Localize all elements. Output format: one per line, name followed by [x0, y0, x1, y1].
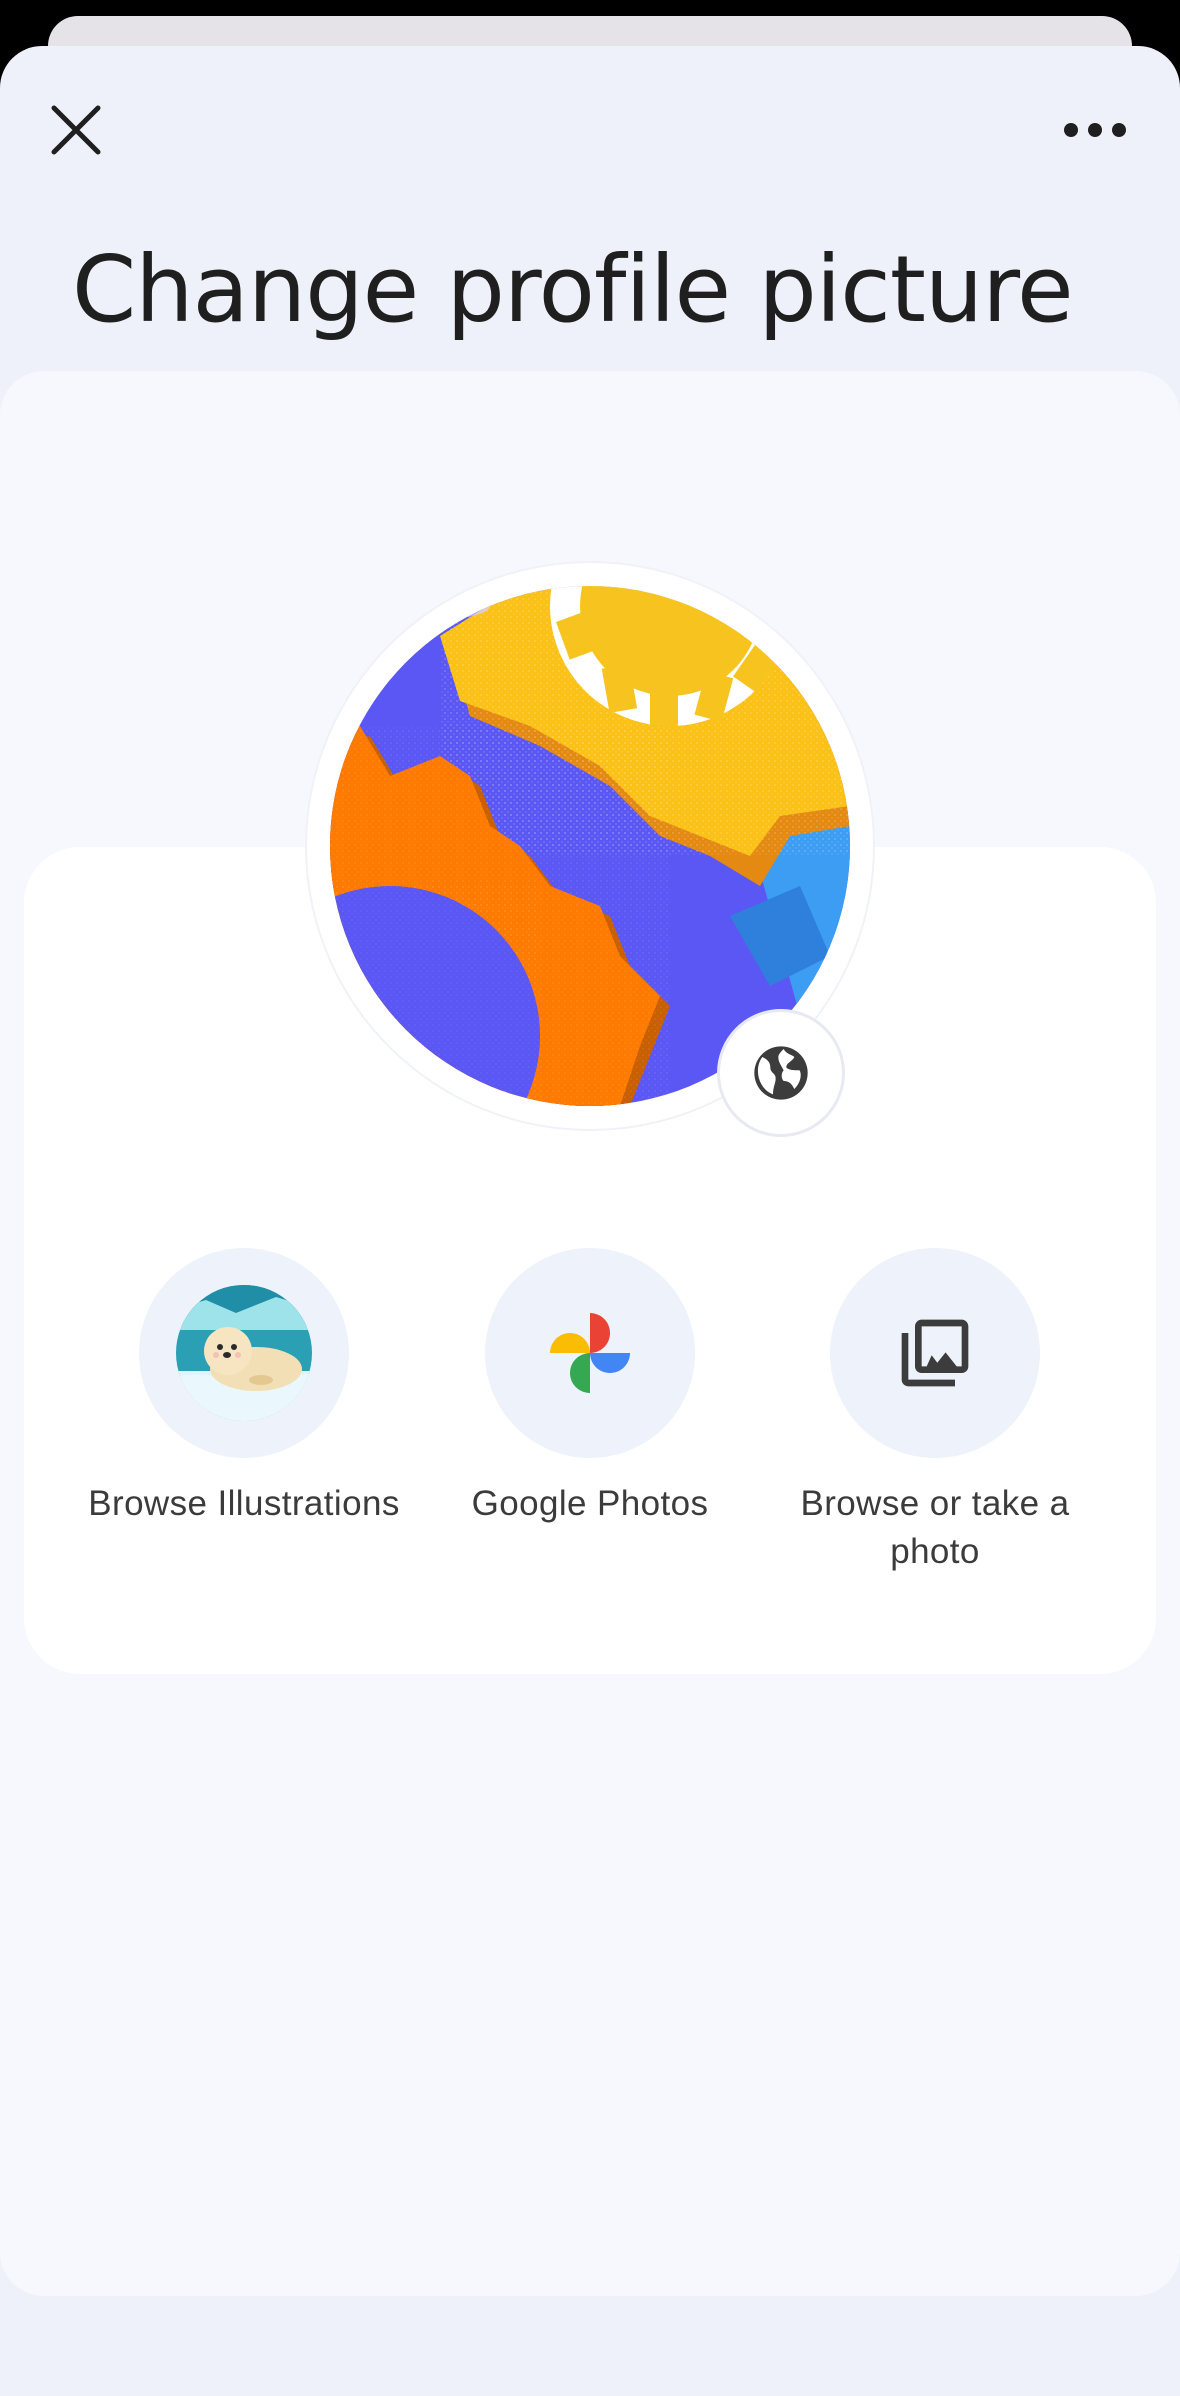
globe-icon — [754, 1046, 808, 1100]
google-photos-icon — [550, 1313, 630, 1393]
more-horizontal-icon — [1064, 123, 1126, 137]
more-options-button[interactable] — [1047, 82, 1143, 178]
close-icon — [51, 105, 101, 155]
google-photos-label: Google Photos — [471, 1484, 709, 1523]
browse-or-take-photo-circle — [830, 1248, 1040, 1458]
browse-illustrations-option[interactable]: Browse Illustrations — [79, 1248, 409, 1528]
google-photos-option[interactable]: Google Photos — [425, 1248, 755, 1528]
close-button[interactable] — [28, 82, 124, 178]
browse-or-take-photo-option[interactable]: Browse or take a photo — [770, 1248, 1100, 1576]
seal-illustration-icon — [176, 1285, 312, 1421]
browse-illustrations-label: Browse Illustrations — [88, 1484, 400, 1523]
google-photos-circle — [485, 1248, 695, 1458]
photo-library-icon — [901, 1319, 969, 1387]
browse-illustrations-circle — [139, 1248, 349, 1458]
page-title: Change profile picture — [72, 236, 1074, 343]
browse-or-take-photo-label: Browse or take a photo — [800, 1484, 1070, 1571]
globe-visibility-button[interactable] — [717, 1009, 845, 1137]
